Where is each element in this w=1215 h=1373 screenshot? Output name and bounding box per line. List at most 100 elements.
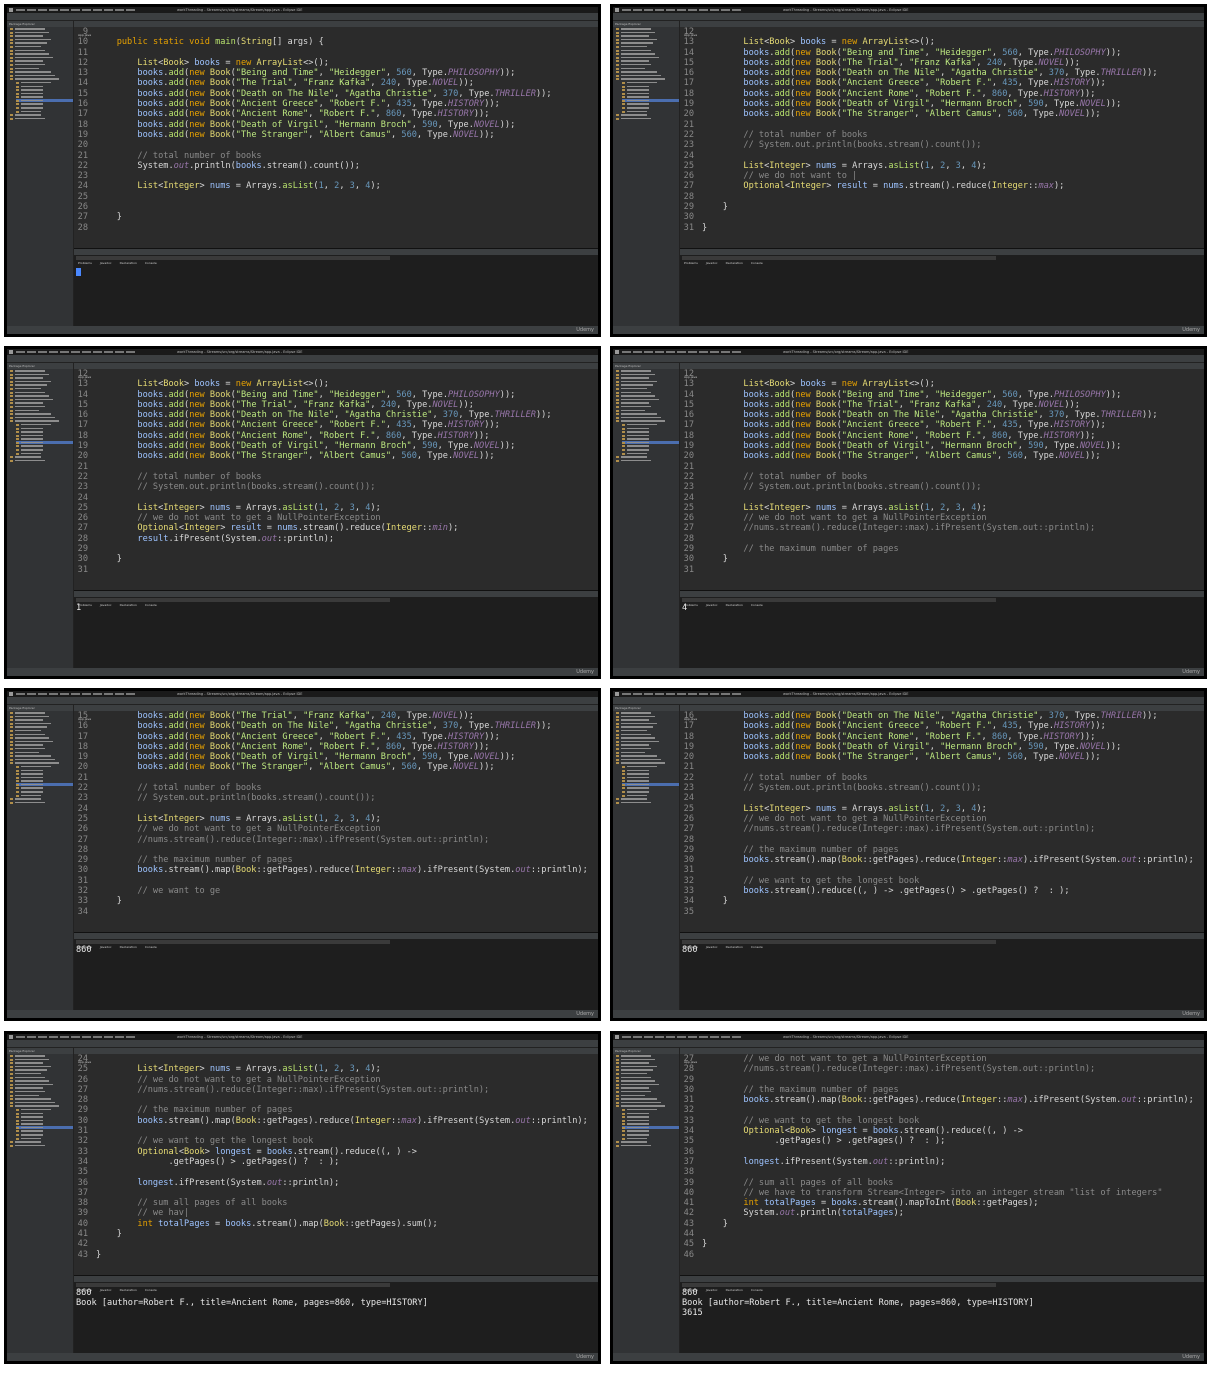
apple-icon[interactable] [615,350,619,354]
menu-item[interactable] [71,1036,80,1038]
menu-item[interactable] [82,9,91,11]
console-tab[interactable]: Declaration [722,602,747,608]
menu-item[interactable] [71,693,80,695]
menu-item[interactable] [126,351,135,353]
menu-item[interactable] [644,9,653,11]
tree-item[interactable] [616,459,679,463]
menu-item[interactable] [622,351,631,353]
menu-item[interactable] [677,693,686,695]
menu-item[interactable] [710,693,719,695]
menu-item[interactable] [49,1036,58,1038]
code-editor[interactable]: App.java 9 10 public static void main(Stri… [74,21,598,247]
menu-item[interactable] [71,351,80,353]
console-tab[interactable]: Console [747,944,767,950]
menu-item[interactable] [60,693,69,695]
menu-item[interactable] [49,693,58,695]
menu-item[interactable] [688,693,697,695]
code-area[interactable]: 15 books.add(new Book("The Trial", "Fran… [74,711,598,931]
menu-item[interactable] [115,9,124,11]
apple-icon[interactable] [615,8,619,12]
console-tab[interactable]: Declaration [722,1287,747,1293]
menu-item[interactable] [93,1036,102,1038]
console-tab[interactable]: Console [747,1287,767,1293]
code-editor[interactable]: App.java 15 books.add(new Book("The Trial… [74,705,598,931]
menu-item[interactable] [49,351,58,353]
console-tab[interactable]: Javadoc [96,260,116,266]
menu-item[interactable] [60,351,69,353]
menu-item[interactable] [633,1036,642,1038]
code-area[interactable]: 12 13 List<Book> books = new ArrayList<>(… [680,27,1204,247]
menu-item[interactable] [104,693,113,695]
console-tab[interactable]: Declaration [116,1287,141,1293]
console-tab[interactable]: Javadoc [702,944,722,950]
code-editor[interactable]: App.java 12 13 List<Book> books = new Arra… [680,21,1204,247]
menu-item[interactable] [115,1036,124,1038]
menu-item[interactable] [27,1036,36,1038]
menu-item[interactable] [666,9,675,11]
menu-item[interactable] [622,1036,631,1038]
menu-item[interactable] [93,351,102,353]
menu-item[interactable] [644,351,653,353]
code-editor[interactable]: App.java 12 13 List<Book> books = new Arra… [74,363,598,589]
menu-item[interactable] [126,1036,135,1038]
menu-item[interactable] [38,1036,47,1038]
menu-item[interactable] [27,351,36,353]
menu-item[interactable] [82,351,91,353]
console-tab[interactable]: Declaration [116,260,141,266]
menu-item[interactable] [677,9,686,11]
apple-icon[interactable] [9,350,13,354]
menu-item[interactable] [126,693,135,695]
menu-item[interactable] [677,351,686,353]
menu-item[interactable] [622,9,631,11]
menu-item[interactable] [688,9,697,11]
menu-item[interactable] [710,1036,719,1038]
menu-item[interactable] [60,9,69,11]
apple-icon[interactable] [615,692,619,696]
menu-item[interactable] [655,1036,664,1038]
menu-item[interactable] [688,1036,697,1038]
console-tab[interactable]: Javadoc [96,602,116,608]
console-tab[interactable]: Console [141,944,161,950]
menu-item[interactable] [16,1036,25,1038]
menu-item[interactable] [82,1036,91,1038]
code-editor[interactable]: App.java 24 25 List<Integer> nums = Arrays… [74,1048,598,1274]
menu-item[interactable] [93,693,102,695]
console-tab[interactable]: Declaration [116,602,141,608]
menu-item[interactable] [655,693,664,695]
menu-item[interactable] [27,693,36,695]
menu-item[interactable] [655,9,664,11]
menu-item[interactable] [16,693,25,695]
menu-item[interactable] [38,693,47,695]
code-area[interactable]: 27 // we do not want to get a NullPointe… [680,1054,1204,1274]
menu-item[interactable] [699,693,708,695]
menu-item[interactable] [93,9,102,11]
menu-item[interactable] [27,9,36,11]
menu-item[interactable] [666,693,675,695]
menu-item[interactable] [699,351,708,353]
console-tab[interactable]: Javadoc [702,602,722,608]
menu-item[interactable] [104,9,113,11]
menu-item[interactable] [721,9,730,11]
console-tab[interactable]: Problems [680,260,702,266]
menu-item[interactable] [633,693,642,695]
console-tab[interactable]: Console [747,260,767,266]
console-tab[interactable]: Console [141,260,161,266]
code-editor[interactable]: App.java 27 // we do not want to get a Nu… [680,1048,1204,1274]
menu-item[interactable] [666,351,675,353]
tree-item[interactable] [616,801,679,805]
console-tab[interactable]: Console [747,602,767,608]
menu-item[interactable] [49,9,58,11]
code-area[interactable]: 24 25 List<Integer> nums = Arrays.asList(… [74,1054,598,1274]
menu-item[interactable] [710,9,719,11]
menu-item[interactable] [115,693,124,695]
menu-item[interactable] [16,9,25,11]
tree-item[interactable] [616,1144,679,1148]
console-tab[interactable]: Console [141,1287,161,1293]
console-tab[interactable]: Declaration [116,944,141,950]
code-editor[interactable]: App.java 16 books.add(new Book("Death on … [680,705,1204,931]
console-tab[interactable]: Javadoc [702,260,722,266]
tree-item[interactable] [10,1144,73,1148]
apple-icon[interactable] [9,692,13,696]
menu-item[interactable] [104,1036,113,1038]
menu-item[interactable] [104,351,113,353]
